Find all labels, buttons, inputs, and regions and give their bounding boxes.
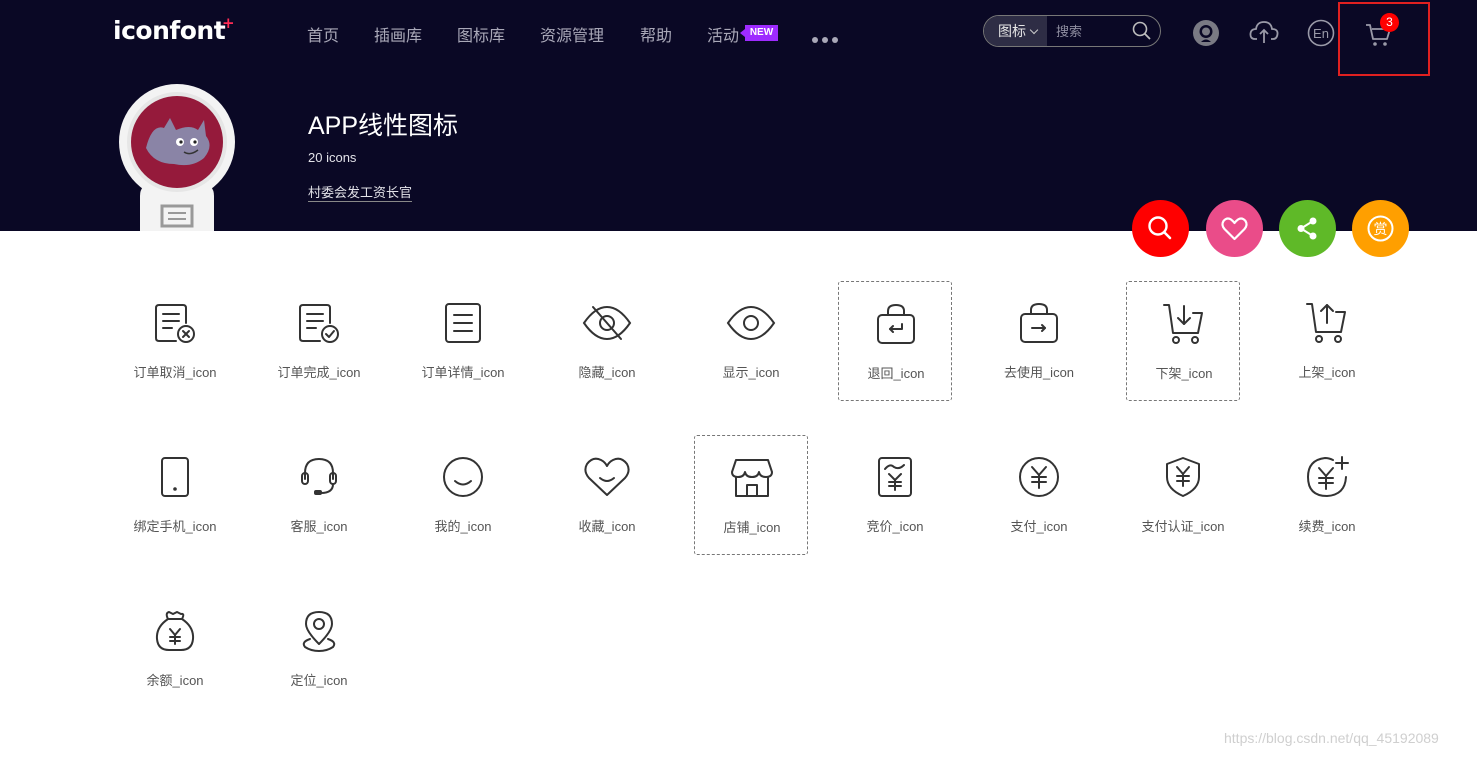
cart-highlight-box	[1338, 2, 1430, 76]
icon-card[interactable]: 续费_icon	[1270, 435, 1384, 555]
icon-label: 余额_icon	[146, 673, 204, 688]
upload-cloud-icon[interactable]	[1249, 17, 1279, 52]
search-icon	[1148, 216, 1172, 240]
nav-activity[interactable]: 活动	[707, 22, 739, 46]
icon-label: 客服_icon	[290, 519, 348, 534]
cart-count-badge: 3	[1380, 13, 1399, 32]
search-icon[interactable]	[1132, 21, 1152, 46]
shop-icon	[731, 459, 773, 497]
yuan-circle-icon	[1019, 457, 1059, 497]
heart-icon	[1221, 217, 1248, 241]
icon-label: 隐藏_icon	[578, 365, 636, 380]
phone-icon	[161, 457, 189, 497]
new-badge: NEW	[740, 25, 778, 41]
icon-label: 上架_icon	[1298, 365, 1356, 380]
search-fab-button[interactable]	[1132, 200, 1189, 257]
cart-up-icon	[1306, 303, 1346, 343]
search-input[interactable]	[1056, 23, 1126, 39]
icon-card[interactable]: 支付认证_icon	[1126, 435, 1240, 555]
more-icon[interactable]	[812, 30, 842, 48]
icon-label: 收藏_icon	[578, 519, 636, 534]
icon-label: 下架_icon	[1155, 366, 1213, 381]
smile-icon	[443, 457, 483, 497]
headset-icon	[301, 457, 337, 495]
icon-count: 20 icons	[308, 150, 357, 165]
icon-card[interactable]: 余额_icon	[118, 589, 232, 709]
icon-label: 支付认证_icon	[1141, 519, 1225, 534]
yuan-renew-icon	[1307, 456, 1349, 497]
order-cancel-icon	[155, 304, 195, 343]
icon-card[interactable]: 订单取消_icon	[118, 281, 232, 401]
icon-label: 订单取消_icon	[133, 365, 217, 380]
reward-fab-button[interactable]: 赏	[1352, 200, 1409, 257]
icon-label: 去使用_icon	[1003, 365, 1075, 380]
author-link[interactable]: 村委会发工资长官	[308, 182, 413, 202]
icon-card[interactable]: 隐藏_icon	[550, 281, 664, 401]
icon-card-selected[interactable]: 退回_icon	[838, 281, 952, 401]
share-icon	[1297, 217, 1317, 240]
nav-icon-library[interactable]: 图标库	[457, 22, 505, 46]
bid-icon	[878, 457, 912, 497]
nav-help[interactable]: 帮助	[640, 22, 672, 46]
bag-return-icon	[877, 304, 915, 344]
icon-card[interactable]: 我的_icon	[406, 435, 520, 555]
icon-card[interactable]: 客服_icon	[262, 435, 376, 555]
cart-down-icon	[1163, 304, 1203, 344]
project-title: APP线性图标	[308, 112, 459, 140]
icon-card[interactable]: 收藏_icon	[550, 435, 664, 555]
icon-label: 我的_icon	[434, 519, 492, 534]
bag-use-icon	[1020, 303, 1058, 343]
favorite-fab-button[interactable]	[1206, 200, 1263, 257]
language-icon[interactable]: En	[1307, 19, 1335, 52]
user-avatar-icon[interactable]	[1191, 18, 1221, 53]
icon-label: 订单完成_icon	[277, 365, 361, 380]
icon-card[interactable]: 竞价_icon	[838, 435, 952, 555]
yuan-shield-icon	[1166, 457, 1200, 497]
language-label: En	[1313, 26, 1329, 41]
order-detail-icon	[445, 303, 481, 343]
eye-hidden-icon	[582, 305, 632, 341]
icon-label: 店铺_icon	[723, 520, 781, 535]
icon-card[interactable]: 显示_icon	[694, 281, 808, 401]
icon-card-selected[interactable]: 下架_icon	[1126, 281, 1240, 401]
search-type-select[interactable]: 图标	[984, 16, 1047, 46]
icon-card[interactable]: 去使用_icon	[982, 281, 1096, 401]
author-avatar[interactable]	[118, 84, 236, 236]
icon-label: 显示_icon	[722, 365, 780, 380]
icon-card[interactable]: 订单详情_icon	[406, 281, 520, 401]
icon-card[interactable]: 支付_icon	[982, 435, 1096, 555]
icon-card-selected[interactable]: 店铺_icon	[694, 435, 808, 555]
nav-home[interactable]: 首页	[307, 22, 339, 46]
order-complete-icon	[299, 304, 339, 343]
icon-label: 定位_icon	[290, 673, 348, 688]
icon-label: 退回_icon	[867, 366, 925, 381]
heart-icon	[584, 457, 630, 496]
icon-label: 竞价_icon	[866, 519, 924, 534]
watermark: https://blog.csdn.net/qq_45192089	[1224, 730, 1439, 746]
logo-plus-icon: +	[222, 14, 235, 32]
share-fab-button[interactable]	[1279, 200, 1336, 257]
logo[interactable]: iconfont	[113, 16, 226, 45]
reward-icon: 赏	[1367, 215, 1394, 242]
icon-card[interactable]: 绑定手机_icon	[118, 435, 232, 555]
icon-label: 续费_icon	[1298, 519, 1356, 534]
eye-icon	[726, 305, 776, 341]
search-bar: 图标	[983, 15, 1161, 47]
svg-text:赏: 赏	[1374, 222, 1388, 238]
search-type-label: 图标	[998, 23, 1026, 39]
icon-card[interactable]: 定位_icon	[262, 589, 376, 709]
icon-card[interactable]: 上架_icon	[1270, 281, 1384, 401]
icon-label: 支付_icon	[1010, 519, 1068, 534]
icon-card[interactable]: 订单完成_icon	[262, 281, 376, 401]
location-icon	[302, 611, 336, 652]
icon-label: 订单详情_icon	[421, 365, 505, 380]
icon-label: 绑定手机_icon	[133, 519, 217, 534]
money-bag-icon	[155, 611, 195, 651]
nav-illustrations[interactable]: 插画库	[374, 22, 422, 46]
chevron-down-icon	[1029, 25, 1039, 35]
nav-resources[interactable]: 资源管理	[540, 22, 604, 46]
